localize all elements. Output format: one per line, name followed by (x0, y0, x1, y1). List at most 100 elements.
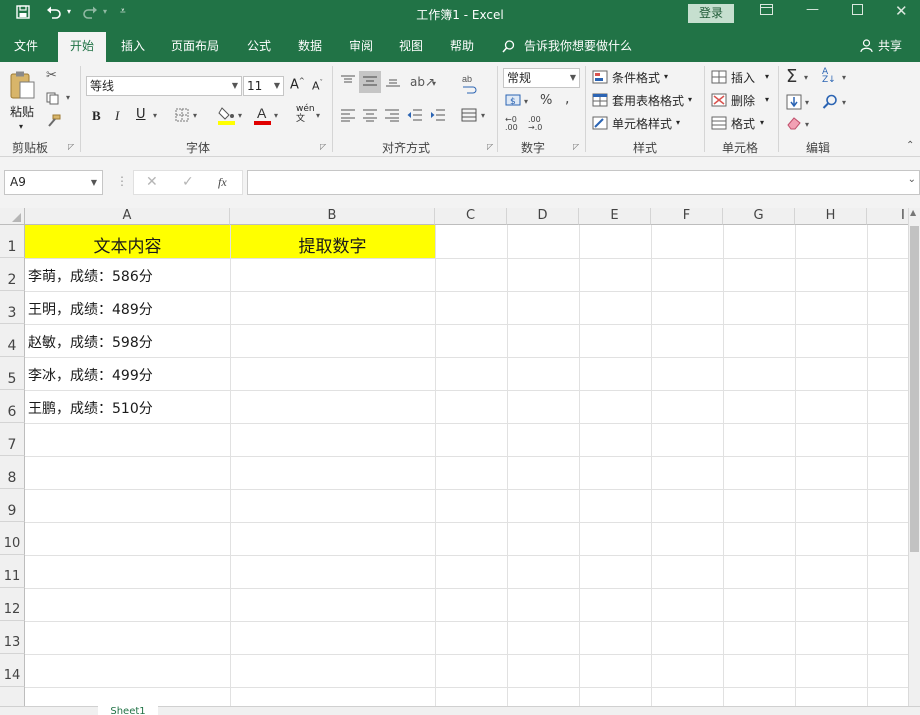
increase-font-icon[interactable]: A^ (290, 77, 305, 92)
row-header-13[interactable]: 13 (0, 621, 25, 654)
column-header-i[interactable]: I (867, 208, 910, 225)
align-bottom-icon[interactable] (385, 74, 401, 92)
cancel-entry-icon[interactable]: ✕ (146, 174, 158, 190)
worksheet-grid[interactable]: A B C D E F G H I 1 2 3 4 5 6 7 8 9 10 1… (0, 208, 910, 708)
cell-styles-button[interactable]: 单元格样式 ▾ (592, 114, 692, 134)
fill-color-icon[interactable] (218, 105, 236, 129)
column-header-h[interactable]: H (795, 208, 867, 225)
format-as-table-button[interactable]: 套用表格格式 ▾ (592, 91, 702, 111)
bold-button[interactable]: B (92, 108, 101, 124)
format-cells-button[interactable]: 格式 ▾ (711, 114, 773, 134)
delete-cells-button[interactable]: 删除 ▾ (711, 91, 773, 111)
fill-dropdown-icon[interactable]: ▾ (805, 98, 809, 107)
column-header-f[interactable]: F (651, 208, 723, 225)
decrease-decimal-icon[interactable]: .00 →.0 (528, 116, 542, 132)
collapse-ribbon-icon[interactable]: ⌃ (906, 140, 914, 151)
tell-me-search[interactable]: 告诉我你想要做什么 (500, 30, 640, 62)
font-size-select[interactable]: 11 ▼ (243, 76, 284, 96)
cut-icon[interactable]: ✂ (46, 68, 57, 83)
name-box[interactable]: A9 ▼ (4, 170, 103, 195)
column-header-c[interactable]: C (435, 208, 507, 225)
font-color-dropdown-icon[interactable]: ▾ (274, 111, 278, 120)
sort-filter-dropdown-icon[interactable]: ▾ (842, 73, 846, 82)
number-format-select[interactable]: 常规 ▼ (503, 68, 580, 88)
formula-input[interactable]: ⌄ (247, 170, 920, 195)
cell-a6[interactable]: 王鹏，成绩：510分 (28, 398, 153, 418)
accounting-dropdown-icon[interactable]: ▾ (524, 97, 528, 106)
tab-page-layout[interactable]: 页面布局 (164, 30, 226, 62)
column-header-e[interactable]: E (579, 208, 651, 225)
decrease-indent-icon[interactable] (407, 108, 423, 126)
tab-view[interactable]: 视图 (390, 30, 432, 62)
column-header-b[interactable]: B (230, 208, 435, 225)
conditional-formatting-button[interactable]: 条件格式 ▾ (592, 68, 692, 88)
column-header-g[interactable]: G (723, 208, 795, 225)
row-header-6[interactable]: 6 (0, 390, 25, 423)
tab-review[interactable]: 审阅 (340, 30, 382, 62)
font-launcher-icon[interactable]: ◸ (320, 142, 326, 151)
borders-icon[interactable] (175, 108, 189, 126)
expand-formula-bar-icon[interactable]: ⌄ (908, 174, 916, 185)
sheet-tab-sheet1[interactable]: Sheet1 (98, 706, 158, 715)
font-name-select[interactable]: 等线 ▼ (86, 76, 242, 96)
cell-a5[interactable]: 李冰，成绩：499分 (28, 365, 153, 385)
row-header-2[interactable]: 2 (0, 258, 25, 291)
row-header-3[interactable]: 3 (0, 291, 25, 324)
fill-color-dropdown-icon[interactable]: ▾ (238, 111, 242, 120)
row-header-7[interactable]: 7 (0, 423, 25, 456)
decrease-font-icon[interactable]: Aˇ (312, 79, 323, 93)
column-header-d[interactable]: D (507, 208, 579, 225)
scrollbar-thumb[interactable] (910, 226, 919, 552)
clear-dropdown-icon[interactable]: ▾ (805, 120, 809, 129)
increase-decimal-icon[interactable]: ←0.00 (505, 116, 518, 132)
alignment-launcher-icon[interactable]: ◸ (487, 142, 493, 151)
increase-indent-icon[interactable] (430, 108, 446, 126)
row-header-12[interactable]: 12 (0, 588, 25, 621)
phonetic-dropdown-icon[interactable]: ▾ (316, 111, 320, 120)
find-select-icon[interactable] (822, 94, 838, 114)
align-right-icon[interactable] (384, 108, 400, 126)
column-header-a[interactable]: A (25, 208, 230, 225)
fill-down-icon[interactable] (786, 94, 802, 114)
row-header-10[interactable]: 10 (0, 522, 25, 555)
maximize-icon[interactable] (852, 4, 863, 19)
vertical-scrollbar[interactable]: ▲ (908, 208, 920, 708)
tab-formulas[interactable]: 公式 (238, 30, 280, 62)
wrap-text-icon[interactable]: ab (461, 74, 477, 98)
scroll-up-icon[interactable]: ▲ (910, 208, 916, 217)
close-icon[interactable]: ✕ (895, 2, 908, 20)
insert-cells-button[interactable]: 插入 ▾ (711, 68, 773, 88)
italic-button[interactable]: I (115, 108, 119, 124)
confirm-entry-icon[interactable]: ✓ (182, 174, 194, 190)
borders-dropdown-icon[interactable]: ▾ (193, 111, 197, 120)
orientation-dropdown-icon[interactable]: ▾ (432, 79, 436, 88)
tab-insert[interactable]: 插入 (112, 30, 154, 62)
autosum-icon[interactable]: Σ (786, 66, 797, 87)
tab-help[interactable]: 帮助 (441, 30, 483, 62)
phonetic-guide-icon[interactable]: wén 文 (296, 104, 315, 124)
minimize-icon[interactable]: — (806, 2, 819, 17)
align-left-icon[interactable] (340, 108, 356, 126)
row-header-11[interactable]: 11 (0, 555, 25, 588)
ribbon-display-options-icon[interactable] (760, 4, 773, 19)
cell-a1[interactable]: 文本内容 (25, 232, 230, 257)
row-header-15[interactable] (0, 687, 25, 708)
underline-dropdown-icon[interactable]: ▾ (153, 111, 157, 120)
sort-filter-icon[interactable]: A Z↓ (822, 68, 836, 85)
insert-function-button[interactable]: fx (218, 175, 227, 190)
format-painter-icon[interactable] (46, 114, 61, 132)
autosum-dropdown-icon[interactable]: ▾ (804, 73, 808, 82)
paste-button[interactable]: 粘贴 ▾ (6, 68, 40, 132)
find-dropdown-icon[interactable]: ▾ (842, 98, 846, 107)
select-all-corner[interactable] (0, 208, 25, 225)
row-header-14[interactable]: 14 (0, 654, 25, 687)
share-button[interactable]: 共享 (858, 30, 910, 62)
tab-file[interactable]: 文件 (4, 30, 48, 62)
font-color-icon[interactable]: A (254, 105, 272, 129)
row-header-8[interactable]: 8 (0, 456, 25, 489)
row-header-9[interactable]: 9 (0, 489, 25, 522)
align-center-icon[interactable] (362, 108, 378, 126)
tab-home[interactable]: 开始 (58, 32, 106, 62)
copy-icon[interactable] (46, 92, 60, 109)
cell-b1[interactable]: 提取数字 (230, 232, 435, 257)
